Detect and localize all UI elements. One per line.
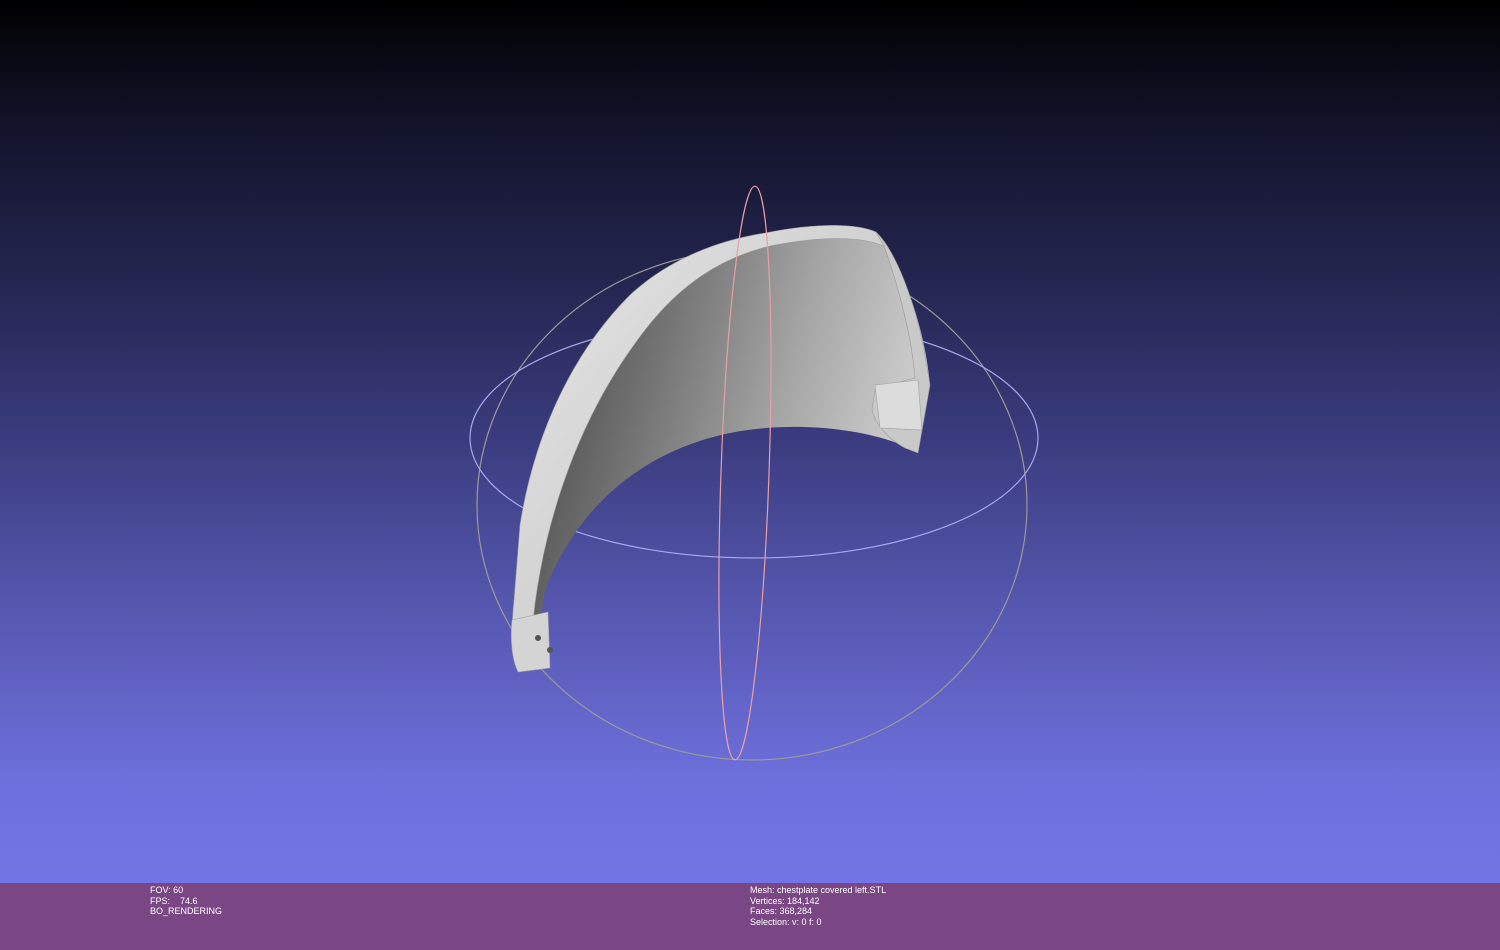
render-mode-readout: BO_RENDERING	[150, 906, 223, 916]
selection-readout: Selection: v: 0 f: 0	[750, 916, 822, 927]
mesh-name-readout: Mesh: chestplate covered left.STL	[750, 885, 887, 895]
scene	[469, 185, 1039, 761]
info-right-panel: Mesh: chestplate covered left.STL Vertic…	[750, 885, 886, 927]
info-left-panel: FOV: 60 FPS: 74.6 BO_RENDERING	[150, 885, 222, 917]
3d-viewport[interactable]	[0, 0, 1500, 883]
vertices-readout: Vertices: 184,142	[750, 895, 820, 906]
info-bar: FOV: 60 FPS: 74.6 BO_RENDERING Mesh: che…	[0, 883, 1500, 950]
faces-readout: Faces: 368,284	[750, 906, 813, 916]
fps-readout: FPS: 74.6	[150, 895, 198, 906]
fov-readout: FOV: 60	[150, 885, 184, 895]
mesh-model-icon[interactable]	[510, 225, 931, 673]
